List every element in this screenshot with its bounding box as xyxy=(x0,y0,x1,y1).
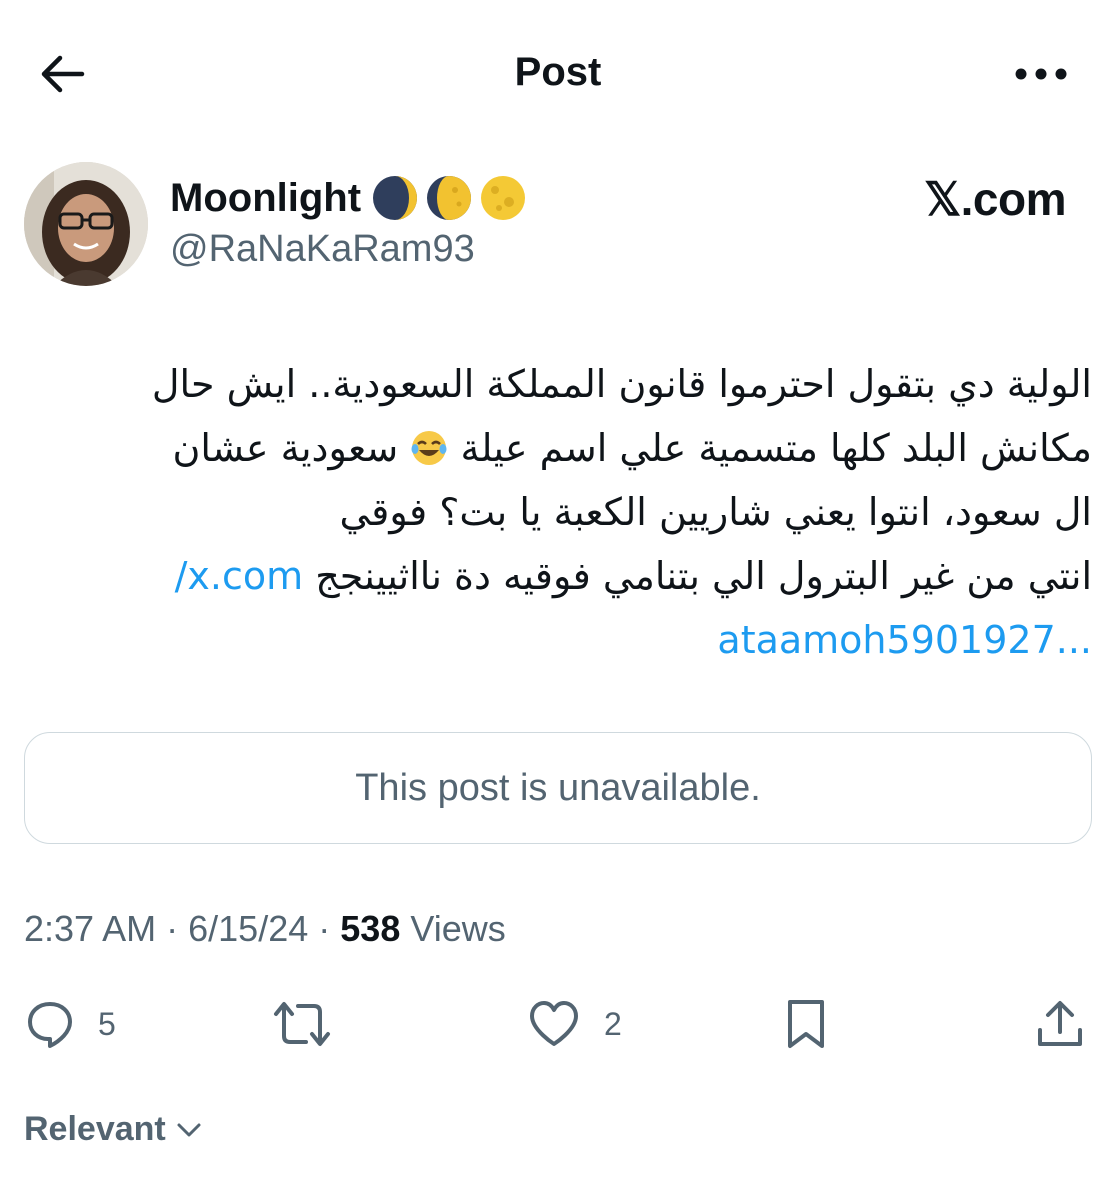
share-button[interactable] xyxy=(1034,990,1086,1058)
more-options-button[interactable] xyxy=(1006,52,1076,96)
views-count: 538 xyxy=(340,908,401,949)
replies-sort-label: Relevant xyxy=(24,1110,166,1148)
post-text-line: مكانش البلد كلها متسمية علي اسم عيلة سعو… xyxy=(24,416,1092,480)
replies-sort-dropdown[interactable]: Relevant xyxy=(24,1110,202,1149)
post-text: الولية دي بتقول احترموا قانون المملكة ال… xyxy=(24,352,1092,672)
like-count: 2 xyxy=(604,1005,622,1042)
waning-crescent-moon-icon xyxy=(373,176,418,220)
heart-icon xyxy=(530,1001,578,1046)
face-with-tears-of-joy-icon xyxy=(411,431,447,465)
reply-icon xyxy=(28,1002,72,1048)
like-button[interactable]: 2 xyxy=(526,990,622,1058)
name-emojis xyxy=(371,174,527,222)
meta-separator: · xyxy=(318,908,331,949)
bookmark-button[interactable] xyxy=(784,990,828,1058)
post-text-fragment: انتي من غير البترول الي بتنامي فوقيه دة … xyxy=(315,554,1092,598)
post-text-fragment: سعودية عشان xyxy=(172,426,399,470)
action-bar: 5 2 xyxy=(0,990,1116,1058)
repost-icon xyxy=(274,1002,330,1046)
more-horizontal-icon xyxy=(1015,68,1067,80)
share-icon xyxy=(1038,1001,1082,1046)
reply-count: 5 xyxy=(98,1005,116,1042)
full-moon-icon xyxy=(481,176,526,220)
post-metadata: 2:37 AM · 6/15/24 · 538 Views xyxy=(24,908,506,950)
chevron-down-icon xyxy=(177,1123,201,1136)
user-handle[interactable]: @RaNaKaRam93 xyxy=(170,228,475,271)
display-name-row: Moonlight xyxy=(170,174,527,222)
quoted-post-message: This post is unavailable. xyxy=(355,766,761,809)
reply-button[interactable]: 5 xyxy=(24,990,116,1058)
repost-button[interactable] xyxy=(272,990,332,1058)
post-link[interactable]: x.com/ xyxy=(175,554,304,598)
x-watermark: 𝕏.com xyxy=(924,173,1066,225)
post-author: Moonlight @RaNaKaRam93 𝕏.com xyxy=(24,162,1094,288)
waning-gibbous-moon-icon xyxy=(427,176,472,220)
post-time[interactable]: 2:37 AM xyxy=(24,908,156,949)
post-text-line: انتي من غير البترول الي بتنامي فوقيه دة … xyxy=(24,544,1092,608)
views-label: Views xyxy=(410,908,506,949)
avatar[interactable] xyxy=(24,162,148,286)
page-title: Post xyxy=(514,50,602,94)
display-name[interactable]: Moonlight xyxy=(170,176,361,221)
post-text-fragment: مكانش البلد كلها متسمية علي اسم عيلة xyxy=(460,426,1092,470)
bookmark-icon xyxy=(788,1000,824,1048)
post-link-continued[interactable]: ataamoh5901927... xyxy=(717,618,1092,662)
quoted-post-unavailable[interactable]: This post is unavailable. xyxy=(24,732,1092,844)
top-bar: Post xyxy=(0,0,1116,150)
post-text-line: ataamoh5901927... xyxy=(24,608,1092,672)
post-text-line: ال سعود، انتوا يعني شاريين الكعبة يا بت؟… xyxy=(339,490,1092,534)
meta-separator: · xyxy=(166,908,179,949)
post-text-line: الولية دي بتقول احترموا قانون المملكة ال… xyxy=(151,362,1092,406)
post-date[interactable]: 6/15/24 xyxy=(188,908,308,949)
